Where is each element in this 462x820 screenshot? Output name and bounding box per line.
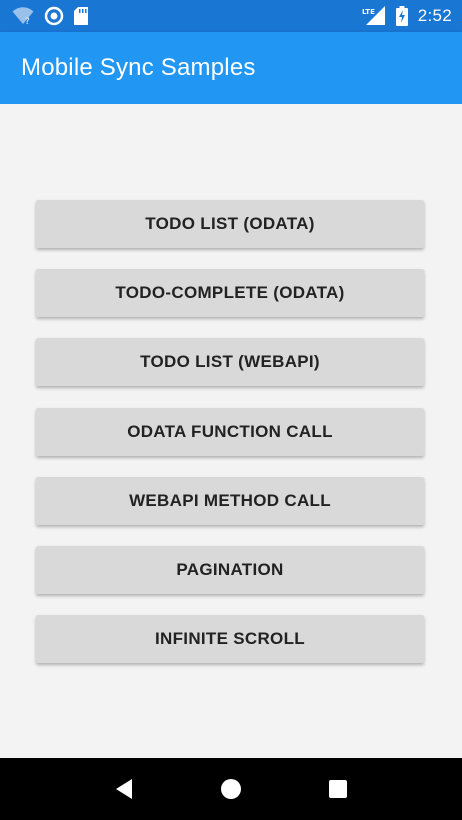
main-content: TODO LIST (ODATA) TODO-COMPLETE (ODATA) … [0, 104, 462, 758]
clock-time: 2:52 [417, 6, 452, 25]
recents-square-icon[interactable] [318, 769, 358, 809]
battery-charging-icon [395, 6, 408, 26]
pagination-button[interactable]: PAGINATION [36, 546, 424, 594]
infinite-scroll-button[interactable]: INFINITE SCROLL [36, 615, 424, 663]
app-bar: Mobile Sync Samples [0, 32, 462, 104]
lte-label: LTE [362, 8, 375, 16]
home-circle-icon[interactable] [211, 769, 251, 809]
sd-card-icon [74, 7, 88, 25]
status-bar-right: LTE 2:52 [362, 6, 452, 26]
app-title: Mobile Sync Samples [21, 54, 256, 81]
todo-list-webapi-button[interactable]: TODO LIST (WEBAPI) [36, 338, 424, 386]
wifi-icon: ? [12, 7, 34, 25]
todo-complete-odata-button[interactable]: TODO-COMPLETE (ODATA) [36, 269, 424, 317]
navigation-bar [0, 758, 462, 820]
lte-signal-icon: LTE [362, 6, 386, 26]
status-bar: ? LTE 2:52 [0, 0, 462, 32]
sync-circle-icon [44, 6, 64, 26]
webapi-method-call-button[interactable]: WEBAPI METHOD CALL [36, 477, 424, 525]
svg-text:?: ? [25, 17, 30, 25]
odata-function-call-button[interactable]: ODATA FUNCTION CALL [36, 408, 424, 456]
todo-list-odata-button[interactable]: TODO LIST (ODATA) [36, 200, 424, 248]
back-triangle-icon[interactable] [104, 769, 144, 809]
status-bar-left: ? [12, 6, 88, 26]
